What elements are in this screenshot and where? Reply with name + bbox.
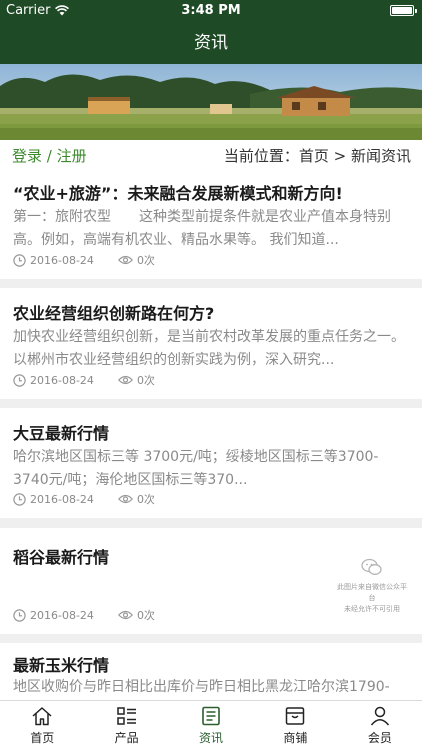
clock-icon xyxy=(13,253,26,267)
eye-icon xyxy=(117,610,133,620)
image-watermark: 此图片来自微信公众平台 未经允许不可引用 xyxy=(336,558,408,615)
clock-icon xyxy=(13,492,26,506)
breadcrumb: 当前位置：首页 > 新闻资讯 xyxy=(223,147,411,165)
article-card[interactable]: “农业+旅游”：未来融合发展新模式和新方向! 第一：旅附农型 这种类型前提条件就… xyxy=(0,168,422,279)
article-summary: 第一：旅附农型 这种类型前提条件就是农业产值本身特别高。例如，高端有机农业、精品… xyxy=(13,209,391,248)
eye-icon xyxy=(117,494,133,504)
tab-products[interactable]: 产品 xyxy=(84,701,168,750)
list-icon xyxy=(116,707,136,725)
tab-member[interactable]: 会员 xyxy=(338,701,422,750)
article-card[interactable]: 农业经营组织创新路在何方? 加快农业经营组织创新，是当前农村改革发展的重点任务之… xyxy=(0,288,422,399)
article-summary: 加快农业经营组织创新，是当前农村改革发展的重点任务之一。以郴州市农业经营组织的创… xyxy=(13,329,405,368)
eye-icon xyxy=(117,375,133,385)
status-bar: Carrier 3:48 PM xyxy=(0,0,422,22)
article-date: 2016-08-24 xyxy=(30,253,94,267)
article-title: 农业经营组织创新路在何方? xyxy=(13,304,215,323)
tab-home[interactable]: 首页 xyxy=(0,701,84,750)
article-views: 0次 xyxy=(136,254,155,267)
tab-label: 产品 xyxy=(114,731,139,745)
article-meta: 2016-08-24 0次 xyxy=(13,372,155,388)
nav-title: 资讯 xyxy=(0,22,422,64)
login-register-link[interactable]: 登录 / 注册 xyxy=(12,145,87,166)
article-date: 2016-08-24 xyxy=(30,373,94,387)
article-meta: 2016-08-24 0次 xyxy=(13,607,155,623)
article-title: 最新玉米行情 xyxy=(13,656,110,675)
eye-icon xyxy=(117,255,133,265)
tab-bar: 首页 产品 资讯 商铺 会员 xyxy=(0,700,422,750)
tab-label: 会员 xyxy=(367,731,392,745)
article-card[interactable]: 大豆最新行情 哈尔滨地区国标三等 3700元/吨；绥棱地区国标三等3700-37… xyxy=(0,408,422,518)
tab-label: 资讯 xyxy=(199,731,224,745)
wechat-icon xyxy=(361,558,382,575)
article-summary: 地区收购价与昨日相比出库价与昨日相比黑龙江哈尔滨1790- xyxy=(13,679,390,695)
article-views: 0次 xyxy=(136,609,155,622)
watermark-line: 未经允许不可引用 xyxy=(344,605,400,613)
clock-icon xyxy=(13,373,26,387)
banner-image xyxy=(0,64,422,140)
article-card[interactable]: 稻谷最新行情 此图片来自微信公众平台 未经允许不可引用 2016-08-24 0… xyxy=(0,528,422,634)
article-views: 0次 xyxy=(136,374,155,387)
watermark-line: 此图片来自微信公众平台 xyxy=(337,583,407,602)
tab-label: 商铺 xyxy=(283,731,308,745)
location-bar: 登录 / 注册 当前位置：首页 > 新闻资讯 xyxy=(0,140,422,168)
user-icon xyxy=(370,706,389,726)
article-title: “农业+旅游”：未来融合发展新模式和新方向! xyxy=(13,184,343,203)
shop-icon xyxy=(286,707,305,725)
article-card[interactable]: 最新玉米行情 地区收购价与昨日相比出库价与昨日相比黑龙江哈尔滨1790- xyxy=(0,643,422,700)
article-views: 0次 xyxy=(136,493,155,506)
article-date: 2016-08-24 xyxy=(30,608,94,622)
tab-news[interactable]: 资讯 xyxy=(169,701,253,750)
article-meta: 2016-08-24 0次 xyxy=(13,491,155,507)
battery-icon xyxy=(390,5,417,16)
article-title: 稻谷最新行情 xyxy=(13,548,110,567)
clock-icon xyxy=(13,608,26,622)
news-icon xyxy=(202,706,220,726)
tab-label: 首页 xyxy=(30,731,55,745)
article-summary: 哈尔滨地区国标三等 3700元/吨；绥棱地区国标三等3700-3740元/吨；海… xyxy=(13,449,379,488)
home-icon xyxy=(32,707,52,726)
tab-shops[interactable]: 商铺 xyxy=(253,701,337,750)
article-title: 大豆最新行情 xyxy=(13,424,110,443)
clock: 3:48 PM xyxy=(181,3,241,18)
article-meta: 2016-08-24 0次 xyxy=(13,252,155,268)
article-date: 2016-08-24 xyxy=(30,492,94,506)
